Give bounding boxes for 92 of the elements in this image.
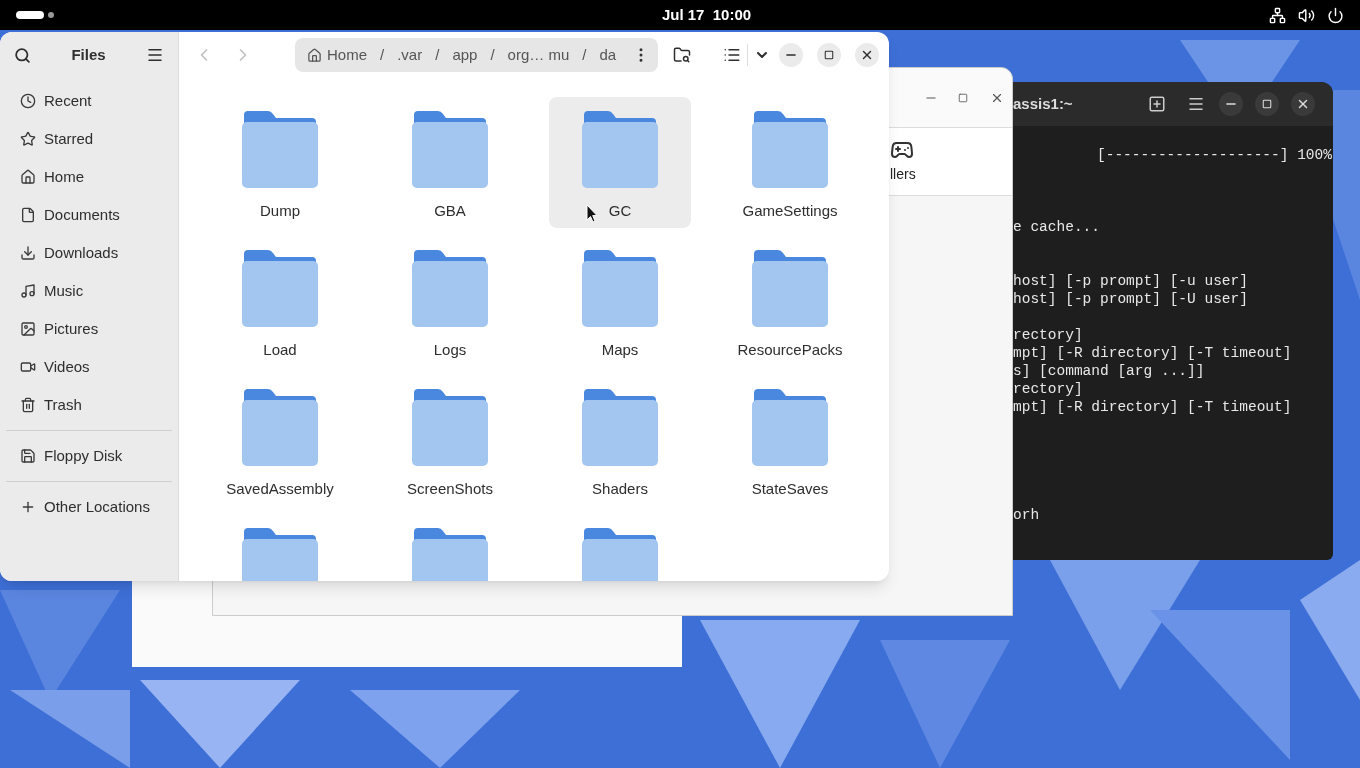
- folder-icon: [580, 248, 660, 328]
- terminal-line: orh: [1013, 506, 1040, 524]
- starred-icon: [20, 131, 36, 147]
- folder-name: Shaders: [592, 479, 648, 499]
- path-segment[interactable]: da: [599, 43, 617, 67]
- folder-name: Logs: [433, 340, 467, 360]
- terminal-line: s] [command [arg ...]]: [1013, 362, 1205, 380]
- sidebar-item[interactable]: Videos: [0, 348, 178, 386]
- sidebar-item[interactable]: Other Locations: [0, 488, 178, 526]
- sidebar-item[interactable]: Trash: [0, 386, 178, 424]
- sidebar-item[interactable]: Pictures: [0, 310, 178, 348]
- sidebar-item[interactable]: Music: [0, 272, 178, 310]
- terminal-title: assis1:~: [1013, 93, 1074, 114]
- clock[interactable]: Jul 17 10:00: [661, 3, 752, 27]
- folder-icon: [580, 387, 660, 467]
- path-segment[interactable]: Home: [307, 43, 367, 67]
- folder-name: StateSaves: [751, 479, 829, 499]
- close-icon: [860, 48, 874, 62]
- folder-name: GC: [608, 201, 632, 221]
- folder-icon: [410, 109, 490, 189]
- folder-icon: [240, 248, 320, 328]
- folder-icon: [240, 387, 320, 467]
- close-button[interactable]: [855, 43, 879, 67]
- sidebar-item[interactable]: Starred: [0, 120, 178, 158]
- trash-icon: [20, 397, 36, 413]
- folder-name: Dump: [260, 201, 300, 221]
- folder-icon: [240, 109, 320, 189]
- recent-icon: [20, 93, 36, 109]
- folder-icon: [580, 109, 660, 189]
- maximize-button[interactable]: [1255, 92, 1279, 116]
- plus-icon: [20, 499, 36, 515]
- home-icon: [307, 47, 322, 63]
- folder-icon: [750, 248, 830, 328]
- search-folder-icon[interactable]: [673, 46, 691, 64]
- mouse-pointer-icon: [586, 204, 598, 223]
- sidebar-item[interactable]: Home: [0, 158, 178, 196]
- sidebar-item[interactable]: Recent: [0, 82, 178, 120]
- minimize-button[interactable]: [779, 43, 803, 67]
- folder-icon: [750, 387, 830, 467]
- maximize-icon: [1262, 99, 1272, 109]
- item-label[interactable]: llers: [890, 164, 1012, 185]
- sidebar-item[interactable]: Downloads: [0, 234, 178, 272]
- maximize-icon: [824, 50, 834, 60]
- folder-tile[interactable]: GC: [549, 97, 691, 228]
- pictures-icon: [20, 321, 36, 337]
- music-icon: [20, 283, 36, 299]
- folder-icon: [410, 248, 490, 328]
- path-separator: /: [490, 44, 495, 65]
- window-title: Files: [71, 44, 106, 65]
- path-segment[interactable]: app: [452, 43, 478, 67]
- menu-icon[interactable]: [1187, 95, 1205, 113]
- power-icon[interactable]: [1327, 6, 1344, 24]
- folder-name: Load: [263, 340, 297, 360]
- folder-icon: [750, 109, 830, 189]
- workspace-pill-icon: [16, 11, 44, 19]
- folder-name: SavedAssembly: [226, 479, 334, 499]
- sidebar-item[interactable]: Documents: [0, 196, 178, 234]
- close-button[interactable]: [1291, 92, 1315, 116]
- terminal-line: host] [-p prompt] [-U user]: [1013, 290, 1248, 308]
- path-separator: /: [582, 44, 587, 65]
- terminal-line: mpt] [-R directory] [-T timeout]: [1013, 398, 1292, 416]
- folder-name: Maps: [601, 340, 639, 360]
- folder-icon: [410, 387, 490, 467]
- sidebar-item[interactable]: Floppy Disk: [0, 437, 178, 475]
- list-view-icon[interactable]: [723, 46, 741, 64]
- folder-name: ResourcePacks: [737, 340, 843, 360]
- volume-icon[interactable]: [1298, 6, 1315, 24]
- menu-icon[interactable]: [146, 46, 164, 64]
- close-icon: [1296, 97, 1310, 111]
- folder-name: ScreenShots: [407, 479, 493, 499]
- maximize-icon[interactable]: [958, 92, 968, 103]
- folder-name: GameSettings: [742, 201, 838, 221]
- search-icon[interactable]: [14, 46, 31, 64]
- minimize-button[interactable]: [1219, 92, 1243, 116]
- folder-name: GBA: [434, 201, 466, 221]
- downloads-icon: [20, 245, 36, 261]
- terminal-line: rectory]: [1013, 326, 1083, 344]
- path-segment[interactable]: org… mu: [507, 43, 570, 67]
- terminal-line: mpt] [-R directory] [-T timeout]: [1013, 344, 1292, 362]
- terminal-line: e cache...: [1013, 218, 1100, 236]
- network-icon[interactable]: [1269, 6, 1286, 24]
- path-separator: /: [380, 44, 385, 65]
- path-separator: /: [435, 44, 440, 65]
- home-icon: [20, 169, 36, 185]
- maximize-button[interactable]: [817, 43, 841, 67]
- terminal-line: host] [-p prompt] [-u user]: [1013, 272, 1248, 290]
- videos-icon: [20, 359, 36, 375]
- path-segment[interactable]: .var: [397, 43, 423, 67]
- terminal-line: [--------------------] 100%: [1097, 146, 1332, 164]
- new-tab-icon[interactable]: [1148, 95, 1166, 113]
- documents-icon: [20, 207, 36, 223]
- terminal-line: rectory]: [1013, 380, 1083, 398]
